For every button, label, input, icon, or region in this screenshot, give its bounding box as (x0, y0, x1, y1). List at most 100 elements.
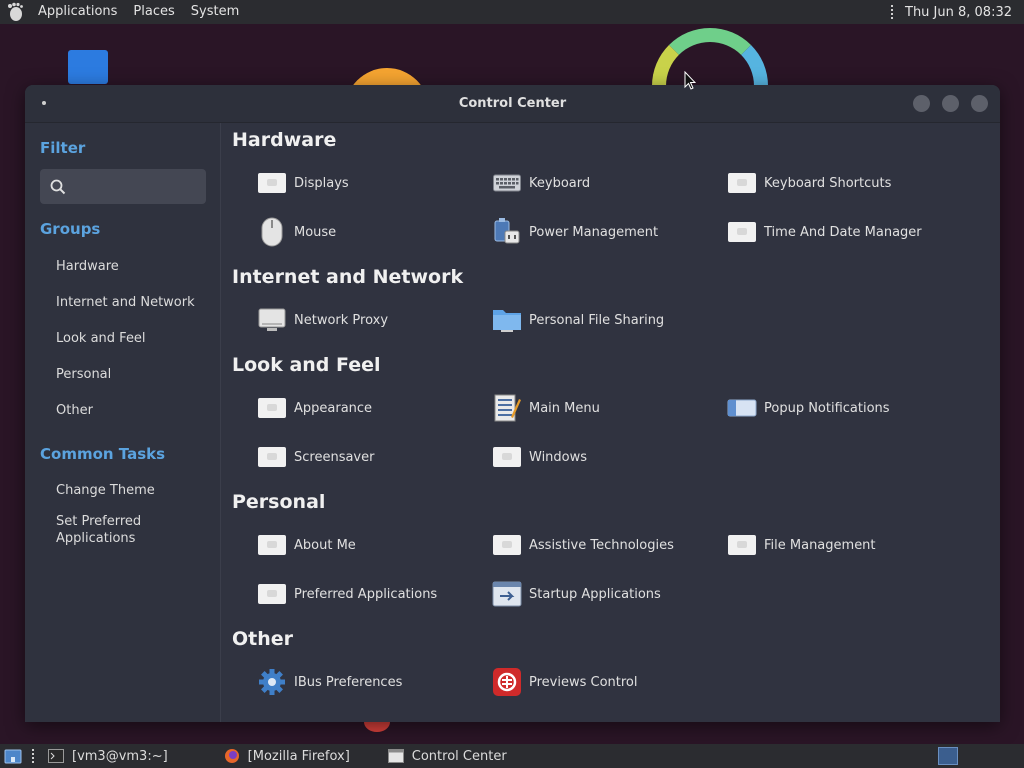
item-label: File Management (764, 537, 876, 553)
panel-handle-icon[interactable] (885, 0, 899, 24)
item-keyboard-shortcuts[interactable]: Keyboard Shortcuts (727, 168, 891, 198)
taskbar-handle-icon[interactable] (26, 744, 40, 768)
item-label: Keyboard Shortcuts (764, 175, 892, 191)
maximize-button[interactable] (942, 95, 959, 112)
item-appearance[interactable]: Appearance (257, 393, 372, 423)
item-personal-file-sharing[interactable]: Personal File Sharing (492, 305, 664, 335)
item-network-proxy[interactable]: Network Proxy (257, 305, 388, 335)
file-management-icon (727, 530, 757, 560)
terminal-icon (48, 749, 64, 763)
workspace-switcher[interactable] (938, 747, 958, 765)
tasks-list: Change Theme Set Preferred Applications (56, 482, 196, 561)
about-me-icon (257, 530, 287, 560)
item-screensaver[interactable]: Screensaver (257, 442, 374, 472)
gear-icon (257, 667, 287, 697)
mouse-icon (257, 217, 287, 247)
main-menu-icon (492, 393, 522, 423)
common-tasks-heading: Common Tasks (40, 445, 166, 463)
item-label: Screensaver (294, 449, 375, 465)
item-label: Mouse (294, 224, 337, 240)
item-label: Power Management (529, 224, 659, 240)
startup-applications-icon (492, 579, 522, 609)
filter-search-input[interactable] (74, 179, 204, 194)
group-link-look-feel[interactable]: Look and Feel (56, 329, 195, 365)
titlebar[interactable]: Control Center (25, 85, 1000, 123)
item-ibus-preferences[interactable]: IBus Preferences (257, 667, 402, 697)
time-date-icon (727, 217, 757, 247)
file-sharing-folder-icon (492, 305, 522, 335)
show-desktop-icon[interactable] (0, 744, 26, 768)
task-change-theme[interactable]: Change Theme (56, 482, 196, 499)
clock[interactable]: Thu Jun 8, 08:32 (899, 5, 1024, 20)
task-firefox[interactable]: [Mozilla Firefox] (216, 744, 364, 768)
item-label: Keyboard (529, 175, 591, 191)
group-link-personal[interactable]: Personal (56, 365, 195, 401)
screensaver-icon (257, 442, 287, 472)
item-power-management[interactable]: Power Management (492, 217, 658, 247)
window-controls (913, 95, 988, 112)
menu-places[interactable]: Places (125, 0, 182, 24)
top-panel: Applications Places System Thu Jun 8, 08… (0, 0, 1024, 24)
item-main-menu[interactable]: Main Menu (492, 393, 600, 423)
groups-heading: Groups (40, 220, 101, 238)
groups-list: Hardware Internet and Network Look and F… (56, 257, 195, 437)
item-label: Preferred Applications (294, 586, 438, 602)
displays-icon (257, 168, 287, 198)
keyboard-icon (492, 168, 522, 198)
appearance-icon (257, 393, 287, 423)
control-center-window: Control Center Filter Groups Hardware In… (25, 85, 1000, 722)
assistive-technologies-icon (492, 530, 522, 560)
previews-control-icon (492, 667, 522, 697)
item-label: Previews Control (529, 674, 638, 690)
item-time-date-manager[interactable]: Time And Date Manager (727, 217, 922, 247)
task-terminal[interactable]: [vm3@vm3:~] (40, 744, 182, 768)
item-preferred-applications[interactable]: Preferred Applications (257, 579, 437, 609)
content-area: Hardware Displays Keyboard Keyboard Shor… (222, 123, 1000, 722)
item-popup-notifications[interactable]: Popup Notifications (727, 393, 890, 423)
item-label: Time And Date Manager (764, 224, 922, 240)
section-title-look-feel: Look and Feel (232, 354, 381, 376)
task-set-preferred-applications[interactable]: Set Preferred Applications (56, 513, 196, 547)
item-startup-applications[interactable]: Startup Applications (492, 579, 661, 609)
item-label: Popup Notifications (764, 400, 890, 416)
mouse-pointer-icon (684, 71, 696, 90)
item-assistive-technologies[interactable]: Assistive Technologies (492, 530, 674, 560)
filter-heading: Filter (40, 139, 86, 157)
item-label: IBus Preferences (294, 674, 403, 690)
filter-search-box[interactable] (40, 169, 206, 204)
window-title: Control Center (458, 96, 567, 111)
item-label: Displays (294, 175, 349, 191)
item-label: Main Menu (529, 400, 600, 416)
item-previews-control[interactable]: Previews Control (492, 667, 638, 697)
window-icon (387, 749, 404, 763)
group-link-other[interactable]: Other (56, 401, 195, 437)
item-displays[interactable]: Displays (257, 168, 349, 198)
item-label: Startup Applications (529, 586, 661, 602)
item-mouse[interactable]: Mouse (257, 217, 336, 247)
desktop-folder-icon[interactable] (68, 50, 108, 84)
top-panel-right: Thu Jun 8, 08:32 (885, 0, 1024, 24)
item-windows[interactable]: Windows (492, 442, 587, 472)
search-icon (50, 179, 66, 194)
minimize-button[interactable] (913, 95, 930, 112)
menu-applications[interactable]: Applications (30, 0, 125, 24)
menu-system[interactable]: System (183, 0, 247, 24)
task-control-center[interactable]: Control Center (380, 744, 521, 768)
window-menu-icon[interactable] (42, 101, 46, 105)
group-link-hardware[interactable]: Hardware (56, 257, 195, 293)
group-link-internet-network[interactable]: Internet and Network (56, 293, 195, 329)
network-proxy-icon (257, 305, 287, 335)
windows-icon (492, 442, 522, 472)
task-label: Control Center (411, 748, 507, 764)
close-button[interactable] (971, 95, 988, 112)
item-label: Assistive Technologies (529, 537, 674, 553)
section-title-personal: Personal (232, 491, 326, 513)
bottom-taskbar: [vm3@vm3:~] [Mozilla Firefox] Control Ce… (0, 744, 1024, 768)
firefox-icon (224, 748, 240, 764)
item-keyboard[interactable]: Keyboard (492, 168, 590, 198)
gnome-foot-icon[interactable] (0, 0, 30, 24)
item-about-me[interactable]: About Me (257, 530, 356, 560)
preferred-applications-icon (257, 579, 287, 609)
item-label: Network Proxy (294, 312, 389, 328)
item-file-management[interactable]: File Management (727, 530, 876, 560)
